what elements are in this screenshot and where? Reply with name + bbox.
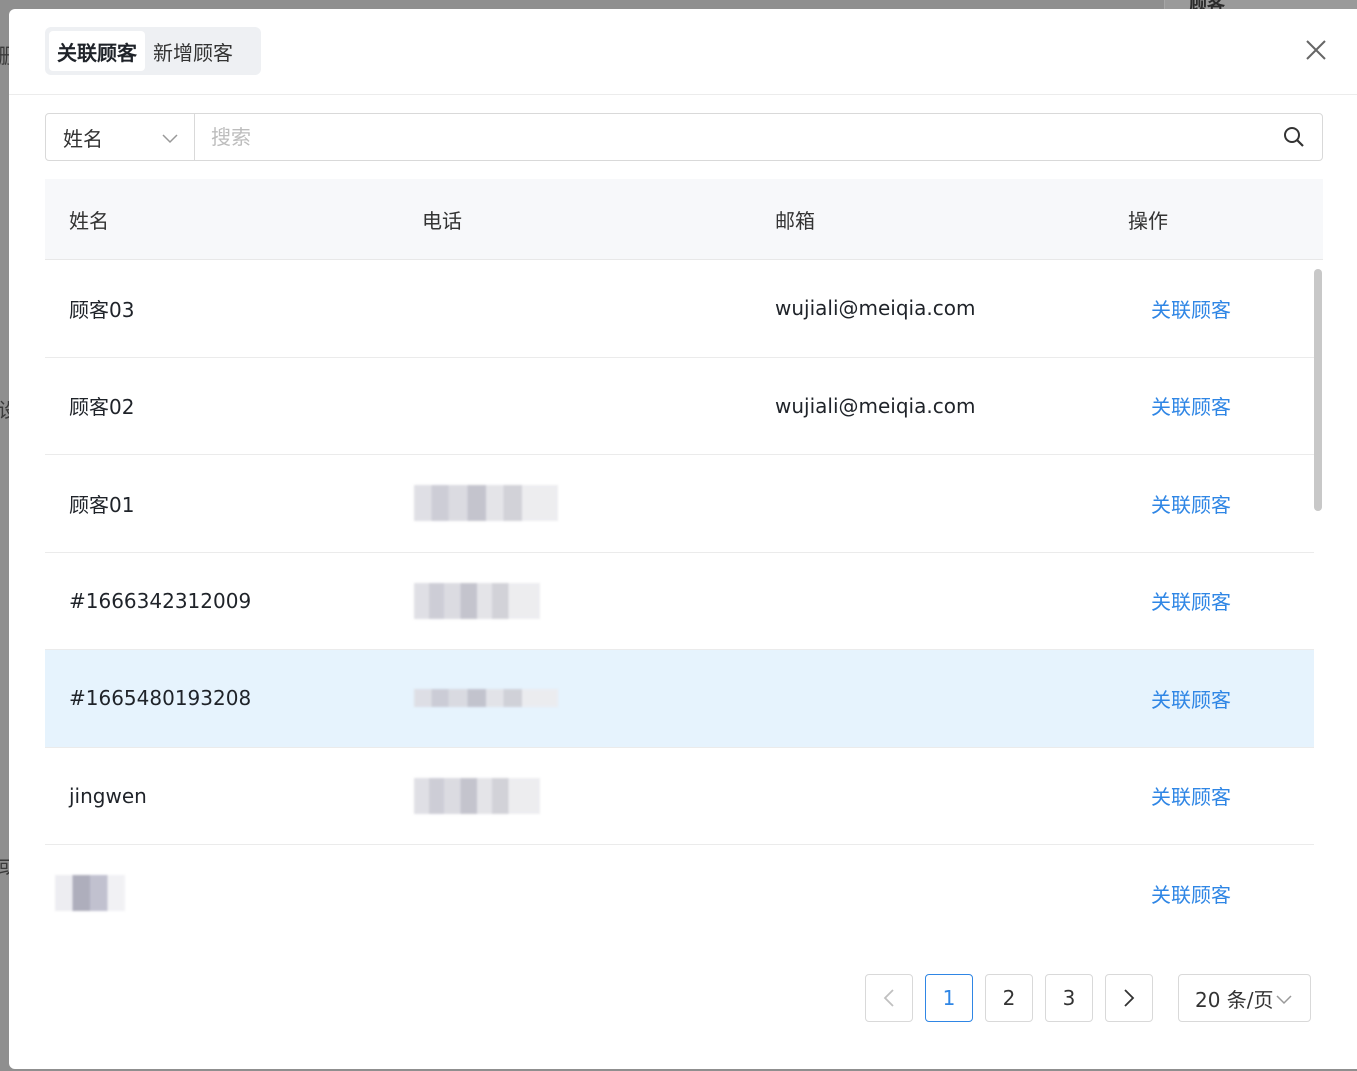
page-3-button[interactable]: 3 [1045,974,1093,1022]
cell-email: wujiali@meiqia.com [775,296,976,321]
link-customer-modal: 关联顾客 新增顾客 姓名 姓名 电话 邮箱 操作 [9,9,1357,1069]
cell-name: #1666342312009 [69,588,252,613]
background-header-fragment: 顾客 [1164,0,1357,15]
link-customer-button[interactable]: 关联顾客 [1127,879,1314,908]
page-1-button[interactable]: 1 [925,974,973,1022]
redacted-name [55,875,125,912]
header-name: 姓名 [69,208,109,233]
tab-link-customer[interactable]: 关联顾客 [49,31,145,71]
chevron-down-icon [162,125,178,149]
link-customer-button[interactable]: 关联顾客 [1127,684,1314,713]
header-phone: 电话 [422,208,462,233]
search-field-label: 姓名 [63,126,103,151]
close-icon[interactable] [1305,39,1327,61]
cell-phone [398,875,751,911]
modal-header: 关联顾客 新增顾客 [9,9,1357,95]
cell-name: jingwen [69,783,147,808]
link-customer-button[interactable]: 关联顾客 [1127,781,1314,810]
redacted-phone [414,777,540,814]
search-icon[interactable] [1266,114,1322,160]
cell-email: wujiali@meiqia.com [775,393,976,418]
page-2-button[interactable]: 2 [985,974,1033,1022]
page-size-label: 20 条/页 [1195,987,1274,1012]
search-bar: 姓名 [45,113,1323,161]
cell-phone [398,388,751,424]
table-scrollbar[interactable] [1314,269,1322,511]
table-row: 关联顾客 [45,845,1314,942]
cell-phone [398,485,751,522]
cell-name: 顾客03 [69,297,135,322]
search-input[interactable] [195,114,1266,160]
cell-phone [398,290,751,326]
table-row: 顾客02 wujiali@meiqia.com 关联顾客 [45,358,1314,455]
cell-phone [398,680,751,716]
table-row: 顾客03 wujiali@meiqia.com 关联顾客 [45,260,1314,358]
link-customer-button[interactable]: 关联顾客 [1127,391,1314,420]
table-row: 顾客01 关联顾客 [45,455,1314,553]
tab-group: 关联顾客 新增顾客 [45,27,261,75]
cell-name: 顾客01 [69,492,135,517]
table-header: 姓名 电话 邮箱 操作 [45,179,1323,260]
prev-page-button[interactable] [865,974,913,1022]
next-page-button[interactable] [1105,974,1153,1022]
cell-name: #1665480193208 [69,686,252,711]
redacted-phone [414,485,558,522]
link-customer-button[interactable]: 关联顾客 [1127,586,1314,615]
table-row: jingwen 关联顾客 [45,748,1314,845]
cell-phone [398,777,751,814]
link-customer-button[interactable]: 关联顾客 [1127,294,1314,323]
search-field-select[interactable]: 姓名 [46,114,195,160]
cell-name [45,875,398,912]
page-size-select[interactable]: 20 条/页 [1178,974,1311,1022]
link-customer-button[interactable]: 关联顾客 [1127,489,1314,518]
table-row: #1665480193208 关联顾客 [45,650,1314,748]
cell-phone [398,582,751,619]
tab-new-customer[interactable]: 新增顾客 [145,31,241,71]
table-body: 顾客03 wujiali@meiqia.com 关联顾客 顾客02 wujial… [45,260,1323,942]
header-email: 邮箱 [775,208,815,233]
table-row: #1666342312009 关联顾客 [45,553,1314,650]
chevron-down-icon [1274,986,1292,1010]
redacted-phone [414,582,540,619]
redacted-phone [414,689,558,708]
header-action: 操作 [1128,208,1168,233]
cell-name: 顾客02 [69,395,135,420]
